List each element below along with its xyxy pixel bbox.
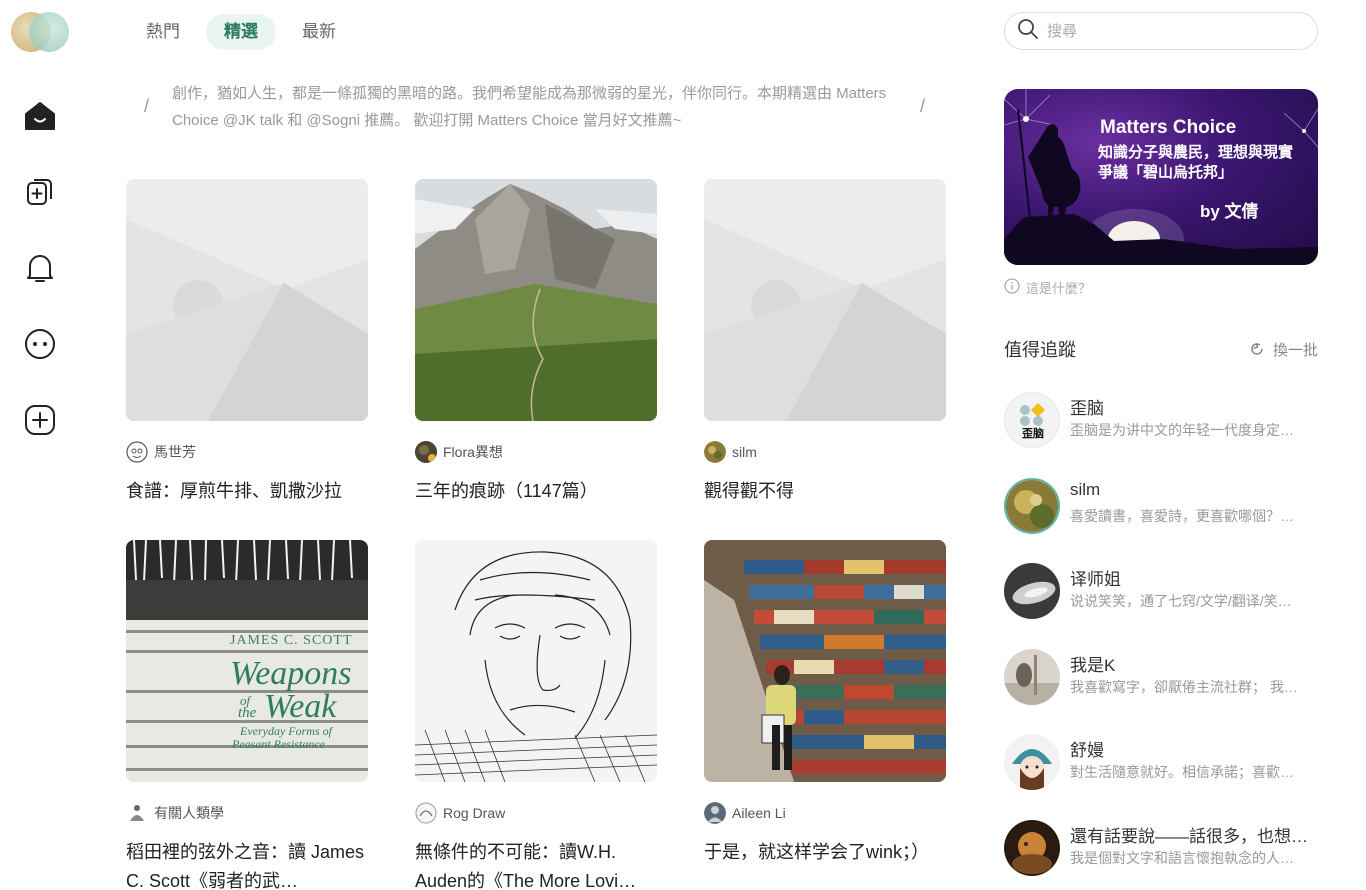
refresh-icon [1249,341,1265,357]
article-image-placeholder[interactable] [126,179,368,421]
home-icon[interactable] [20,96,60,136]
article-title[interactable]: 無條件的不可能：讀W.H. Auden的《The More Lovi… [415,838,657,890]
avatar[interactable] [126,441,148,463]
banner-line-1: 知識分子與農民，理想與現實 [1098,144,1294,161]
user-name[interactable]: 我是K [1070,651,1115,676]
tab-latest[interactable]: 最新 [284,14,354,50]
article-image-book-cover[interactable]: JAMES C. SCOTT Weapons of the Weak Every… [126,540,368,782]
follow-header: 值得追蹤 換一批 [1004,338,1318,360]
svg-text:歪脑: 歪脑 [1022,426,1044,440]
avatar[interactable] [1004,649,1060,705]
article-title[interactable]: 于是，就这样学会了wink；） [704,838,946,867]
book-title-line3: the [238,705,257,721]
user-description: 喜愛讀書，喜愛詩，更喜歡哪個？… [1070,508,1294,524]
book-title-line4: Weak [264,688,337,725]
article-image-sketch[interactable] [415,540,657,782]
article-card[interactable]: Flora異想 三年的痕跡（1147篇） [415,179,657,506]
shuffle-label: 換一批 [1272,341,1318,359]
author-name[interactable]: 馬世芳 [154,442,196,462]
book-author: JAMES C. SCOTT [230,633,353,648]
author-name[interactable]: Rog Draw [443,805,505,821]
avatar[interactable]: 歪脑 [1004,392,1060,448]
avatar[interactable] [1004,563,1060,619]
article-card[interactable]: Rog Draw 無條件的不可能：讀W.H. Auden的《The More L… [415,540,657,890]
user-name[interactable]: 译师姐 [1070,565,1121,590]
user-description: 對生活隨意就好。相信承諾；喜歡… [1070,764,1294,780]
recommended-user[interactable]: 歪脑 歪脑 歪脑是为讲中文的年轻一代度身定… [1004,392,1318,450]
follow-heading: 值得追蹤 [1004,340,1076,360]
user-name[interactable]: 還有話要說——話很多，也想… [1070,822,1308,847]
bell-icon[interactable] [20,248,60,288]
info-icon [1004,278,1020,297]
user-description: 我喜歡寫字，卻厭倦主流社群； 我… [1070,679,1298,695]
recommended-user[interactable]: 我是K 我喜歡寫字，卻厭倦主流社群； 我… [1004,649,1318,707]
article-card[interactable]: JAMES C. SCOTT Weapons of the Weak Every… [126,540,368,890]
avatar[interactable] [1004,734,1060,790]
avatar[interactable] [704,441,726,463]
article-image-mountain[interactable] [415,179,657,421]
search-box[interactable] [1004,12,1318,50]
banner-title: Matters Choice [1100,117,1237,138]
user-name[interactable]: 舒嫚 [1070,736,1104,761]
side-nav [0,0,80,890]
recommended-user[interactable]: 還有話要說——話很多，也想… 我是個對文字和語言懷抱執念的人… [1004,820,1318,878]
author-name[interactable]: 有關人類學 [154,803,224,823]
avatar[interactable] [415,441,437,463]
user-name[interactable]: 歪脑 [1070,394,1104,419]
user-name[interactable]: silm [1070,480,1100,500]
banner-line-2: 爭議「碧山烏托邦」 [1098,164,1234,181]
article-title[interactable]: 觀得觀不得 [704,477,946,506]
avatar[interactable] [704,802,726,824]
article-card[interactable]: silm 觀得觀不得 [704,179,946,506]
article-card[interactable]: 馬世芳 食譜：厚煎牛排、凱撒沙拉 [126,179,368,506]
recommended-user[interactable]: silm 喜愛讀書，喜愛詩，更喜歡哪個？… [1004,478,1318,536]
banner-subtitle: 知識分子與農民，理想與現實 爭議「碧山烏托邦」 [1098,143,1293,183]
recommended-user[interactable]: 译师姐 说说笑笑，通了七窍/文学/翻译/笑… [1004,563,1318,621]
recommended-user[interactable]: 舒嫚 對生活隨意就好。相信承諾；喜歡… [1004,734,1318,792]
tab-featured[interactable]: 精選 [206,14,276,50]
announcement-text: 創作，猶如人生，都是一條孤獨的黑暗的路。我們希望能成為那微弱的星光，伴你同行。本… [172,85,887,129]
article-title[interactable]: 三年的痕跡（1147篇） [415,477,657,506]
what-is-this-link[interactable]: 這是什麼？ [1004,278,1091,297]
tab-hot[interactable]: 熱門 [128,14,198,50]
author-name[interactable]: silm [732,444,757,460]
right-mark: / [920,96,926,116]
book-subtitle-line2: Peasant Resistance [232,737,325,751]
user-description: 歪脑是为讲中文的年轻一代度身定… [1070,422,1294,438]
article-title[interactable]: 稻田裡的弦外之音：讀 James C. Scott《弱者的武… [126,838,368,890]
avatar[interactable] [1004,820,1060,876]
search-input[interactable] [1047,22,1297,40]
matters-logo[interactable] [11,12,69,52]
article-image-library[interactable] [704,540,946,782]
feed-tabs: 熱門 精選 最新 [128,14,354,50]
shuffle-button[interactable]: 換一批 [1249,339,1318,360]
matters-choice-banner[interactable]: Matters Choice 知識分子與農民，理想與現實 爭議「碧山烏托邦」 b… [1004,89,1318,265]
avatar[interactable] [1004,478,1060,534]
author-name[interactable]: Flora異想 [443,442,503,462]
article-card[interactable]: Aileen Li 于是，就这样学会了wink；） [704,540,946,867]
write-icon[interactable] [20,172,60,212]
user-description: 我是個對文字和語言懷抱執念的人… [1070,850,1294,866]
article-image-placeholder[interactable] [704,179,946,421]
add-icon[interactable] [20,400,60,440]
book-title-line1: Weapons [230,655,352,692]
featured-announcement: / 創作，猶如人生，都是一條孤獨的黑暗的路。我們希望能成為那微弱的星光，伴你同行… [140,80,940,136]
avatar[interactable] [126,802,148,824]
article-title[interactable]: 食譜：厚煎牛排、凱撒沙拉 [126,477,368,506]
banner-byline: by 文倩 [1200,202,1259,221]
what-is-this-label[interactable]: 這是什麼？ [1026,278,1091,297]
author-name[interactable]: Aileen Li [732,805,786,821]
left-mark: / [144,96,150,116]
user-description: 说说笑笑，通了七窍/文学/翻译/笑… [1070,593,1292,609]
more-icon[interactable] [20,324,60,364]
avatar[interactable] [415,802,437,824]
search-icon [1017,18,1039,45]
